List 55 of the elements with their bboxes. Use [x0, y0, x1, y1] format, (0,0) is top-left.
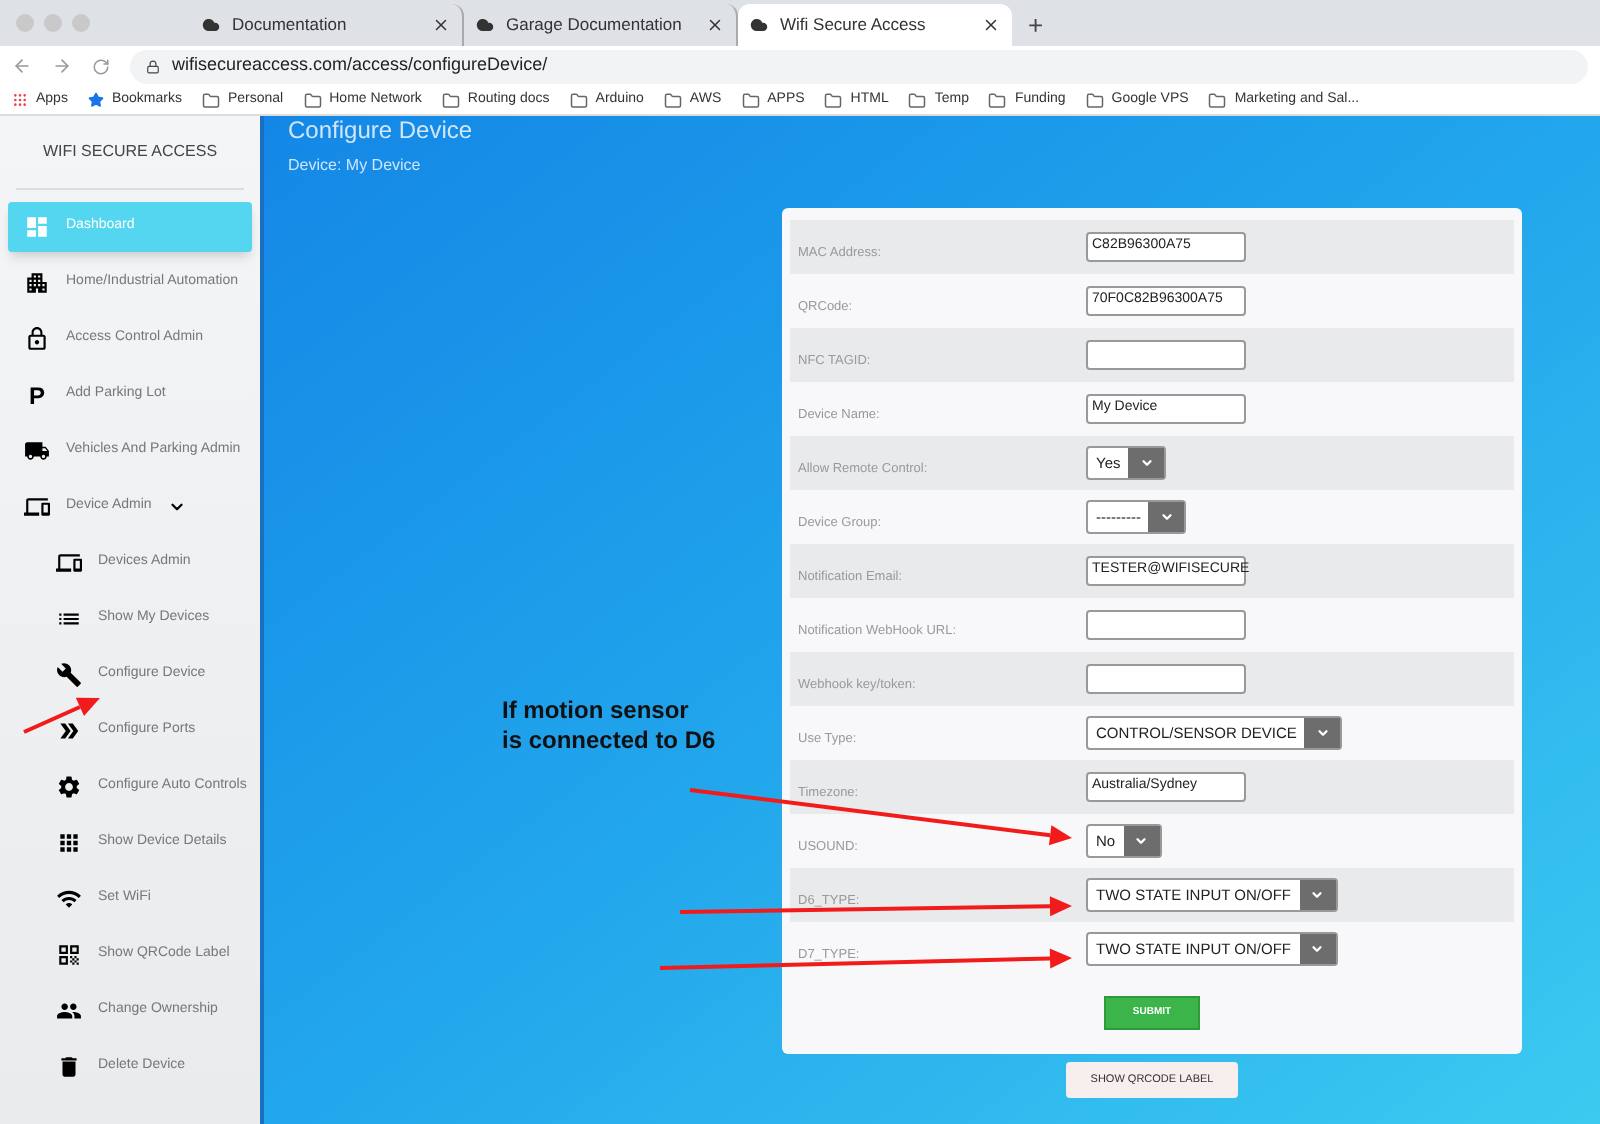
wrench-icon [56, 662, 82, 688]
lock-icon [24, 326, 50, 352]
input-field[interactable] [1086, 340, 1246, 370]
reload-icon[interactable] [92, 57, 110, 75]
browser-tab[interactable]: Wifi Secure Access [738, 4, 1012, 46]
caret-icon [1139, 456, 1154, 470]
new-tab-button[interactable]: + [1012, 4, 1060, 46]
site-icon [476, 16, 494, 34]
input-field[interactable] [1086, 610, 1246, 640]
star-icon [87, 92, 104, 108]
device-icon [24, 494, 50, 520]
building-icon [24, 270, 50, 296]
site-icon [202, 16, 220, 34]
folder-icon [441, 91, 460, 109]
caret-icon [1134, 834, 1149, 848]
device-icon [56, 550, 82, 576]
parking-icon: P [24, 383, 50, 407]
qr-code-icon [56, 942, 82, 968]
close-icon[interactable] [706, 16, 724, 34]
folder-icon [741, 91, 760, 109]
gear-icon [56, 774, 82, 800]
users-icon [56, 998, 82, 1024]
back-icon[interactable] [12, 56, 32, 76]
page-title: Configure Device [288, 118, 475, 142]
trash-icon [56, 1054, 82, 1080]
wifi-icon [56, 886, 82, 912]
truck-icon [24, 438, 50, 464]
address-field[interactable]: wifisecureaccess.com/access/configureDevice/ [130, 49, 1588, 83]
forward-icon[interactable] [52, 56, 72, 76]
double-arrow-icon [56, 718, 82, 744]
annotation-text: If motion sensor is connected to D6 [502, 696, 716, 756]
folder-icon [1085, 91, 1104, 109]
caret-icon [1315, 726, 1330, 740]
folder-icon [303, 91, 322, 109]
caret-icon [1310, 942, 1324, 956]
apps-icon [12, 92, 28, 108]
dashboard-icon [24, 214, 50, 240]
caret-icon [1159, 510, 1174, 524]
caret-icon [1310, 888, 1324, 902]
brand-title: WIFI SECURE ACCESS [42, 140, 218, 164]
folder-icon [988, 91, 1007, 109]
folder-icon [201, 91, 220, 109]
lock-icon [146, 59, 160, 73]
folder-icon [824, 91, 843, 109]
folder-icon [908, 91, 927, 109]
input-field[interactable] [1086, 664, 1246, 694]
close-icon[interactable] [432, 16, 450, 34]
annotation-arrow [23, 697, 100, 734]
folder-icon [663, 91, 682, 109]
site-icon [750, 16, 768, 34]
grid-icon [56, 830, 82, 856]
folder-icon [569, 91, 588, 109]
page-subtitle: Device: My Device [288, 154, 423, 178]
close-icon[interactable] [982, 16, 1000, 34]
folder-icon [1208, 91, 1227, 109]
